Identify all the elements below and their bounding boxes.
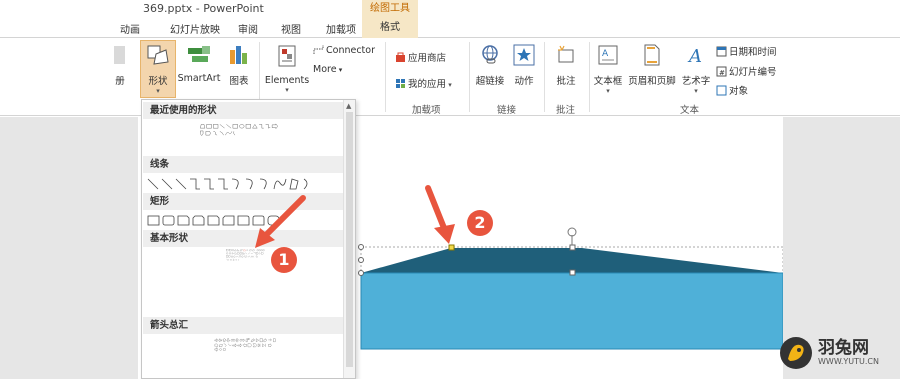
step-badge-2: 2 bbox=[467, 210, 493, 236]
action-button[interactable]: 动作 bbox=[510, 44, 538, 87]
slide-editing-area bbox=[0, 117, 900, 379]
album-icon bbox=[114, 46, 125, 64]
tab-slideshow[interactable]: 幻灯片放映 bbox=[170, 21, 220, 36]
shapes-icon bbox=[147, 45, 169, 65]
chevron-down-icon: ▾ bbox=[156, 87, 160, 95]
rectangle-shape[interactable] bbox=[360, 272, 783, 350]
recent-shapes-row bbox=[200, 123, 278, 136]
title-bar: 369.pptx - PowerPoint 绘图工具 bbox=[0, 0, 900, 18]
ribbon-tabs: 动画 幻灯片放映 审阅 视图 加载项 格式 bbox=[0, 18, 900, 38]
ribbon-separator bbox=[589, 42, 590, 112]
chart-button[interactable]: 图表 bbox=[224, 44, 254, 87]
rotate-handle[interactable] bbox=[567, 227, 577, 237]
partial-button[interactable]: 册 bbox=[112, 44, 128, 87]
text-group-label: 文本 bbox=[680, 105, 700, 116]
smartart-icon bbox=[188, 46, 210, 62]
comments-group-label: 批注 bbox=[556, 105, 576, 116]
more-button[interactable]: More ▾ bbox=[313, 64, 342, 75]
window-title: 369.pptx - PowerPoint bbox=[143, 2, 264, 15]
section-rectangles: 矩形 bbox=[143, 193, 343, 210]
hyperlink-button[interactable]: 超链接 bbox=[472, 44, 508, 87]
shapes-button[interactable]: 形状 ▾ bbox=[140, 44, 176, 95]
scroll-up-arrow-icon[interactable]: ▲ bbox=[346, 102, 351, 110]
resize-handle[interactable] bbox=[358, 270, 364, 276]
header-footer-icon bbox=[644, 44, 660, 66]
chevron-down-icon: ▾ bbox=[694, 87, 698, 95]
tab-view[interactable]: 视图 bbox=[281, 21, 301, 36]
connector-icon bbox=[313, 45, 324, 54]
chevron-down-icon: ▾ bbox=[446, 81, 452, 89]
rectangles-row bbox=[147, 215, 280, 226]
watermark-name: 羽兔网 bbox=[818, 338, 869, 358]
ribbon-separator bbox=[469, 42, 470, 112]
section-lines: 线条 bbox=[143, 156, 343, 173]
chevron-down-icon: ▾ bbox=[606, 87, 610, 95]
svg-text:A: A bbox=[602, 49, 609, 59]
ribbon-separator bbox=[544, 42, 545, 112]
drawing-tools-context-label: 绘图工具 bbox=[362, 0, 418, 18]
tab-animations[interactable]: 动画 bbox=[120, 21, 140, 36]
svg-text:A: A bbox=[687, 46, 702, 66]
date-time-button[interactable]: 日期和时间 bbox=[716, 44, 777, 58]
section-recent-shapes: 最近使用的形状 bbox=[143, 102, 343, 119]
basic-shapes-grid bbox=[226, 249, 265, 261]
dropdown-scrollbar[interactable]: ▲ bbox=[343, 100, 355, 378]
comment-button[interactable]: 批注 bbox=[550, 44, 582, 87]
ribbon-separator bbox=[385, 42, 386, 112]
elements-icon bbox=[278, 45, 296, 67]
textbox-icon: A bbox=[598, 45, 618, 65]
wordart-button[interactable]: A 艺术字 ▾ bbox=[680, 44, 712, 95]
textbox-button[interactable]: A 文本框 ▾ bbox=[592, 44, 624, 95]
watermark-url: WWW.YUTU.CN bbox=[818, 357, 879, 366]
lines-row bbox=[147, 178, 308, 190]
rabbit-logo-icon bbox=[780, 337, 812, 369]
section-basic-shapes: 基本形状 bbox=[143, 230, 343, 247]
shapes-gallery-dropdown: 最近使用的形状 线条 矩形 基本形状 箭头总汇 ▲ bbox=[141, 99, 356, 379]
resize-handle[interactable] bbox=[569, 244, 576, 251]
app-store-button[interactable]: 应用商店 bbox=[395, 50, 446, 64]
ribbon: 册 形状 ▾ SmartArt 图表 Elements ▾ Connector … bbox=[0, 38, 900, 116]
header-footer-button[interactable]: 页眉和页脚 bbox=[626, 44, 678, 87]
my-apps-button[interactable]: 我的应用 ▾ bbox=[395, 76, 452, 90]
trapezoid-shape[interactable] bbox=[361, 248, 783, 273]
addins-group-label: 加载项 bbox=[412, 105, 441, 116]
section-block-arrows: 箭头总汇 bbox=[143, 317, 343, 334]
yutu-watermark-logo: 羽兔网 WWW.YUTU.CN bbox=[778, 333, 890, 373]
svg-text:#: # bbox=[719, 69, 725, 77]
wordart-icon: A bbox=[687, 46, 702, 67]
elements-button[interactable]: Elements ▾ bbox=[262, 44, 312, 94]
chevron-down-icon: ▾ bbox=[336, 66, 343, 74]
step-badge-1: 1 bbox=[271, 247, 297, 273]
slide-number-button[interactable]: # 幻灯片编号 bbox=[716, 64, 777, 78]
new-comment-icon bbox=[558, 45, 574, 63]
adjust-handle[interactable] bbox=[448, 244, 455, 251]
bar-chart-icon bbox=[230, 46, 247, 64]
resize-handle[interactable] bbox=[569, 269, 576, 276]
slide-number-icon: # bbox=[716, 66, 727, 77]
calendar-icon bbox=[716, 46, 727, 57]
object-icon bbox=[716, 85, 727, 96]
resize-handle[interactable] bbox=[358, 257, 364, 263]
block-arrows-grid bbox=[214, 338, 276, 352]
smartart-button[interactable]: SmartArt bbox=[176, 44, 222, 84]
object-button[interactable]: 对象 bbox=[716, 83, 748, 97]
tab-addins[interactable]: 加载项 bbox=[326, 21, 356, 36]
scrollbar-thumb[interactable] bbox=[346, 112, 353, 367]
my-apps-icon bbox=[396, 79, 405, 88]
tab-review[interactable]: 审阅 bbox=[238, 21, 258, 36]
action-star-icon bbox=[513, 44, 535, 66]
links-group-label: 链接 bbox=[497, 105, 517, 116]
hyperlink-icon bbox=[482, 45, 498, 64]
tab-format[interactable]: 格式 bbox=[362, 18, 418, 38]
connector-button[interactable]: Connector bbox=[313, 44, 375, 56]
chevron-down-icon: ▾ bbox=[285, 86, 289, 94]
store-icon bbox=[396, 52, 405, 62]
resize-handle[interactable] bbox=[358, 244, 364, 250]
